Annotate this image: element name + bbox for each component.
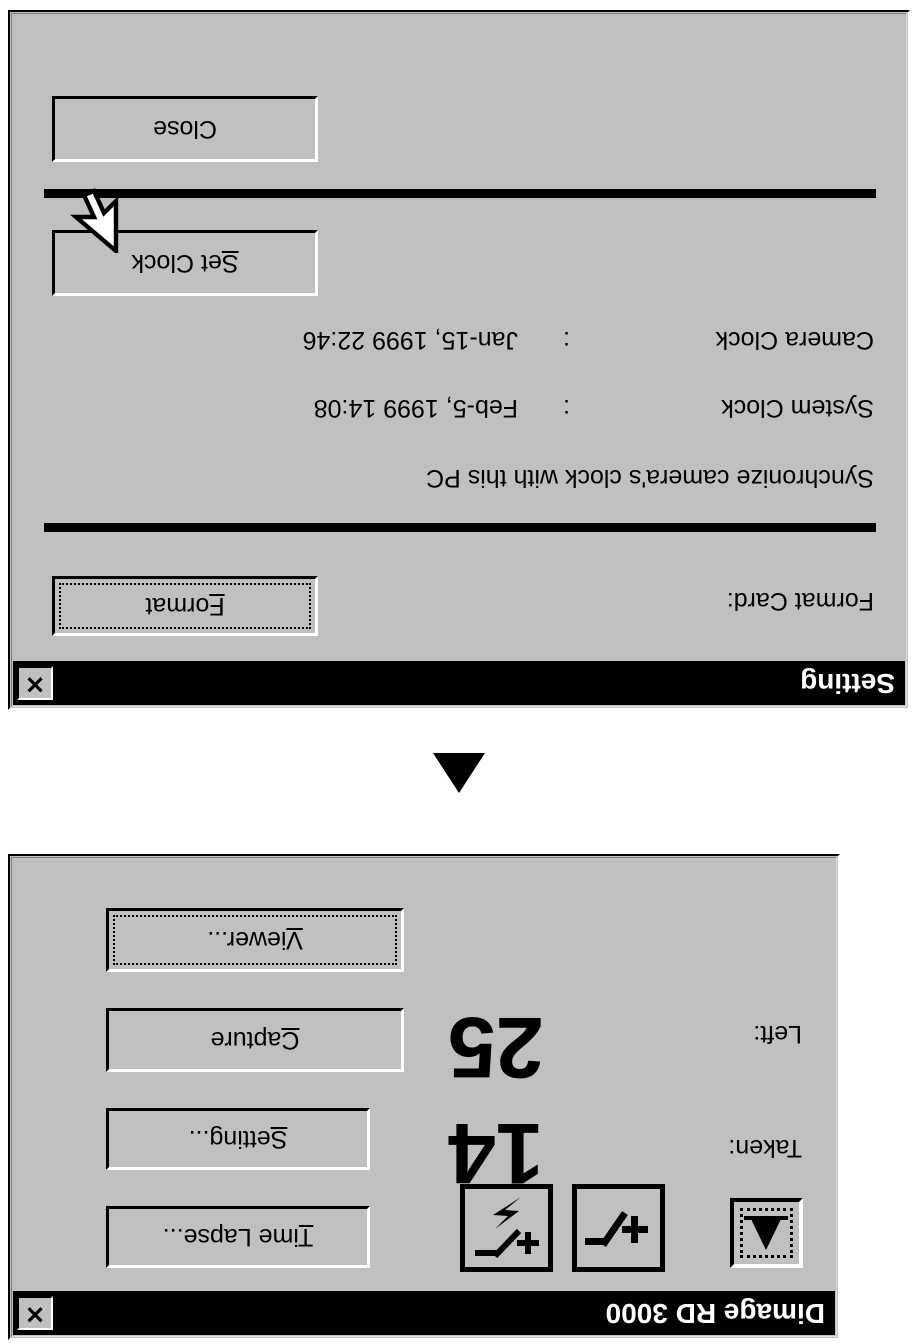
system-clock-label: System Clock — [721, 394, 874, 422]
time-lapse-rest: ime Lapse... — [162, 1223, 299, 1252]
camera-clock-label: Camera Clock — [715, 326, 874, 354]
camera-clock-value: Jan-15, 1999 22:46 — [302, 326, 518, 354]
plus-slash-minus-glyph — [585, 1211, 649, 1247]
system-clock-value: Feb-5, 1999 14:08 — [313, 394, 518, 422]
setting-dialog-title: Setting — [800, 668, 895, 699]
close-icon[interactable]: ✕ — [17, 666, 53, 700]
close-button-label: Close — [153, 115, 217, 144]
time-lapse-mnemonic: T — [298, 1223, 314, 1252]
set-clock-button-label: Set Clock — [132, 249, 239, 278]
taken-value: 14 — [448, 1105, 544, 1201]
format-button[interactable]: Format — [52, 576, 318, 636]
viewer-button-label: Viewer... — [207, 926, 302, 955]
plus-slash-minus-bolt-glyph — [475, 1197, 540, 1259]
main-window-title: Dimage RD 3000 — [605, 1298, 825, 1329]
time-lapse-button-label: Time Lapse... — [163, 1223, 314, 1252]
set-clock-button[interactable]: Set Clock — [52, 230, 318, 296]
setting-button[interactable]: Setting... — [106, 1108, 370, 1170]
triangle-up-icon — [433, 753, 485, 793]
format-button-label: Format — [145, 592, 224, 621]
left-value: 25 — [448, 999, 544, 1095]
main-window-titlebar[interactable]: Dimage RD 3000 ✕ — [13, 1291, 835, 1335]
time-lapse-button[interactable]: Time Lapse... — [106, 1206, 370, 1268]
capture-button-label: Capture — [211, 1026, 300, 1055]
close-icon[interactable]: ✕ — [17, 1296, 53, 1330]
taken-label: Taken: — [728, 1134, 802, 1162]
capture-rest: apture — [210, 1026, 282, 1055]
histogram-icon[interactable] — [730, 1198, 803, 1268]
viewer-button[interactable]: Viewer... — [106, 908, 404, 972]
set-clock-rest: et Clock — [131, 249, 222, 278]
format-rest: ormat — [145, 592, 210, 621]
set-clock-mnemonic: S — [221, 249, 239, 278]
histogram-focus-ring — [740, 1208, 793, 1258]
main-window: Dimage RD 3000 ✕ Taken: 14 Left: 25 Time… — [8, 854, 840, 1340]
setting-rest: etting... — [188, 1125, 271, 1154]
rotated-scene: Dimage RD 3000 ✕ Taken: 14 Left: 25 Time… — [0, 0, 918, 1343]
setting-mnemonic: S — [270, 1125, 288, 1154]
format-card-label: Format Card: — [726, 587, 874, 615]
viewer-mnemonic: V — [286, 926, 303, 955]
separator-lower — [44, 189, 876, 198]
setting-dialog-titlebar[interactable]: Setting ✕ — [13, 661, 905, 705]
viewer-rest: iewer... — [207, 926, 287, 955]
capture-mnemonic: C — [281, 1026, 300, 1055]
left-label: Left: — [753, 1020, 802, 1048]
separator-upper — [44, 523, 876, 532]
close-button[interactable]: Close — [52, 96, 318, 162]
camera-clock-separator: : — [563, 326, 570, 354]
setting-dialog: Setting ✕ Format Card: Format Synchroniz… — [8, 10, 910, 710]
capture-button[interactable]: Capture — [106, 1008, 404, 1072]
sync-description: Synchronize camera's clock with this PC — [426, 464, 874, 492]
format-mnemonic: F — [209, 592, 225, 621]
setting-button-label: Setting... — [189, 1125, 288, 1154]
system-clock-separator: : — [563, 394, 570, 422]
exposure-compensation-icon[interactable] — [572, 1184, 665, 1272]
